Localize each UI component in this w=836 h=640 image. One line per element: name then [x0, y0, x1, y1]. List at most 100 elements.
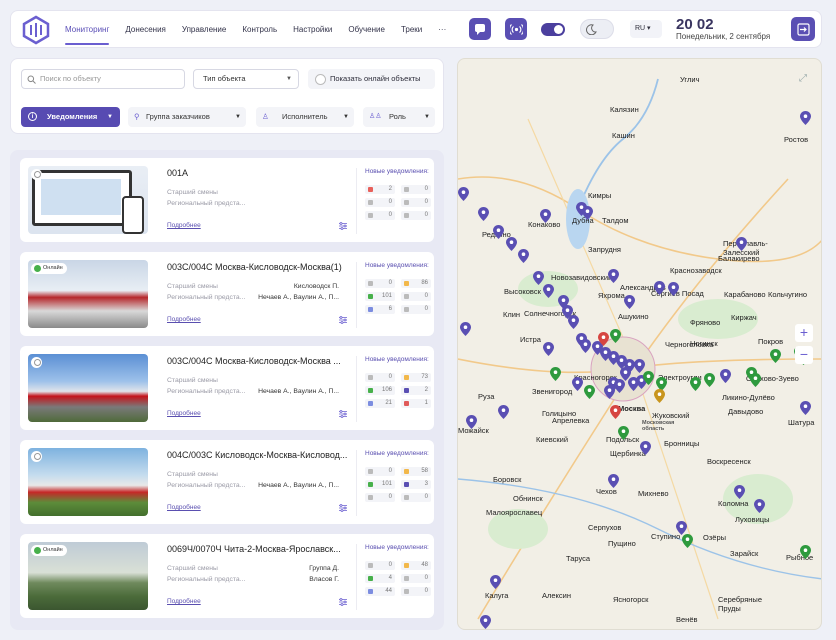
theme-toggle[interactable]: [580, 19, 614, 39]
nav-item-0[interactable]: Мониторинг: [65, 11, 110, 49]
map-pin-icon[interactable]: [624, 295, 635, 309]
object-card[interactable]: 001А Старший смены Региональный предста.…: [20, 158, 434, 242]
nav-item-4[interactable]: Настройки: [293, 11, 332, 49]
customer-group-select[interactable]: Группа заказчиков ⚲ ▼: [128, 107, 246, 127]
map-pin-icon[interactable]: [770, 349, 781, 363]
map-city-label: Московская область: [642, 420, 675, 432]
map-pin-icon[interactable]: [608, 269, 619, 283]
map-pin-icon[interactable]: [550, 367, 561, 381]
map-city-label: Зарайск: [730, 549, 759, 558]
fullscreen-icon[interactable]: ⤢: [799, 73, 807, 84]
map-pin-icon[interactable]: [480, 615, 491, 629]
map-pin-icon[interactable]: [466, 415, 477, 429]
role-select[interactable]: Роль ♙♙ ▼: [363, 107, 435, 127]
executors-text: Нечаев А., Ваулин А., П...: [258, 388, 339, 395]
map-pin-icon[interactable]: [493, 225, 504, 239]
map-pin-icon[interactable]: [690, 377, 701, 391]
map-pin-icon[interactable]: [736, 237, 747, 251]
map-pin-icon[interactable]: [640, 441, 651, 455]
map-pin-icon[interactable]: [643, 371, 654, 385]
map-pin-icon[interactable]: [543, 342, 554, 356]
map-pin-icon[interactable]: [543, 284, 554, 298]
map-pin-icon[interactable]: [568, 315, 579, 329]
online-objects-checkbox[interactable]: Показать онлайн объекты: [308, 69, 435, 89]
object-type-select[interactable]: Тип объекта ▼: [193, 69, 299, 89]
broadcast-button[interactable]: [505, 18, 527, 40]
map-pin-icon[interactable]: [754, 499, 765, 513]
map-pin-icon[interactable]: [604, 385, 615, 399]
nav-item-1[interactable]: Донесения: [125, 11, 166, 49]
card-title[interactable]: 003С/004С Москва-Кисловодск-Москва(1): [167, 262, 355, 272]
map-pin-icon[interactable]: [490, 575, 501, 589]
toggle-switch[interactable]: [541, 23, 565, 36]
map-pin-icon[interactable]: [498, 405, 509, 419]
nav-item-2[interactable]: Управление: [182, 11, 226, 49]
map[interactable]: Углич Калязин Кашин Ростов Кимры Талдом Дубна К…: [457, 58, 822, 630]
map-pin-icon[interactable]: [618, 426, 629, 440]
details-link[interactable]: Подробнее: [167, 316, 201, 323]
map-pin-icon[interactable]: [518, 249, 529, 263]
nav-item-5[interactable]: Обучение: [348, 11, 385, 49]
online-badge: Онлайн: [31, 263, 67, 274]
map-pin-icon[interactable]: [668, 282, 679, 296]
object-type-label: Тип объекта: [203, 74, 246, 83]
map-pin-icon[interactable]: [676, 521, 687, 535]
settings-sliders-icon[interactable]: [338, 597, 348, 607]
settings-sliders-icon[interactable]: [338, 503, 348, 513]
map-pin-icon[interactable]: [533, 271, 544, 285]
region-text: Региональный предста...: [167, 482, 246, 489]
executor-select[interactable]: Исполнитель ♙ ▼: [256, 107, 354, 127]
nav-item-6[interactable]: Треки: [401, 11, 422, 49]
map-pin-icon[interactable]: [682, 534, 693, 548]
stat-value: 0: [424, 212, 428, 218]
logout-button[interactable]: [791, 17, 815, 41]
chat-button[interactable]: [469, 18, 491, 40]
map-pin-icon[interactable]: [572, 377, 583, 391]
notifications-select[interactable]: Уведомления ▼ i: [21, 107, 120, 127]
object-card[interactable]: Онлайн 0069Ч/0070Ч Чита-2-Москва-Ярослав…: [20, 534, 434, 618]
zoom-out-button[interactable]: −: [795, 346, 813, 364]
map-pin-icon[interactable]: [506, 237, 517, 251]
map-pin-icon[interactable]: [800, 401, 811, 415]
details-link[interactable]: Подробнее: [167, 222, 201, 229]
map-pin-icon[interactable]: [610, 329, 621, 343]
map-pin-icon[interactable]: [750, 373, 761, 387]
map-pin-icon[interactable]: [582, 206, 593, 220]
map-pin-icon[interactable]: [720, 369, 731, 383]
zoom-in-button[interactable]: +: [795, 324, 813, 342]
nav-item-7[interactable]: ···: [438, 11, 446, 49]
card-title[interactable]: 0069Ч/0070Ч Чита-2-Москва-Ярославск...: [167, 544, 355, 554]
language-select[interactable]: RU ▾: [630, 20, 662, 38]
card-title[interactable]: 001А: [167, 168, 355, 178]
map-pin-icon[interactable]: [608, 474, 619, 488]
map-pin-icon[interactable]: [734, 485, 745, 499]
map-pin-icon[interactable]: [704, 373, 715, 387]
card-title[interactable]: 004С/003С Кисловодск-Москва-Кисловод...: [167, 450, 355, 460]
settings-sliders-icon[interactable]: [338, 315, 348, 325]
nav-item-3[interactable]: Контроль: [242, 11, 277, 49]
map-pin-icon[interactable]: [478, 207, 489, 221]
map-pin-icon[interactable]: [654, 389, 665, 403]
details-link[interactable]: Подробнее: [167, 410, 201, 417]
details-link[interactable]: Подробнее: [167, 504, 201, 511]
map-pin-icon[interactable]: [584, 385, 595, 399]
object-card[interactable]: Онлайн 003С/004С Москва-Кисловодск-Москв…: [20, 252, 434, 336]
map-pin-icon[interactable]: [580, 339, 591, 353]
search-input[interactable]: Поиск по объекту: [21, 69, 185, 89]
map-pin-icon[interactable]: [540, 209, 551, 223]
map-pin-icon[interactable]: [654, 281, 665, 295]
map-pin-icon[interactable]: [610, 405, 621, 419]
map-pin-icon[interactable]: [800, 545, 811, 559]
map-pin-icon[interactable]: [598, 332, 609, 346]
map-pin-icon[interactable]: [614, 379, 625, 393]
settings-sliders-icon[interactable]: [338, 409, 348, 419]
map-pin-icon[interactable]: [458, 187, 469, 201]
app-logo-icon[interactable]: [21, 15, 51, 45]
settings-sliders-icon[interactable]: [338, 221, 348, 231]
object-card[interactable]: 003С/004С Москва-Кисловодск-Москва ... С…: [20, 346, 434, 430]
object-card[interactable]: 004С/003С Кисловодск-Москва-Кисловод... …: [20, 440, 434, 524]
card-title[interactable]: 003С/004С Москва-Кисловодск-Москва ...: [167, 356, 355, 366]
details-link[interactable]: Подробнее: [167, 598, 201, 605]
map-pin-icon[interactable]: [460, 322, 471, 336]
map-pin-icon[interactable]: [800, 111, 811, 125]
